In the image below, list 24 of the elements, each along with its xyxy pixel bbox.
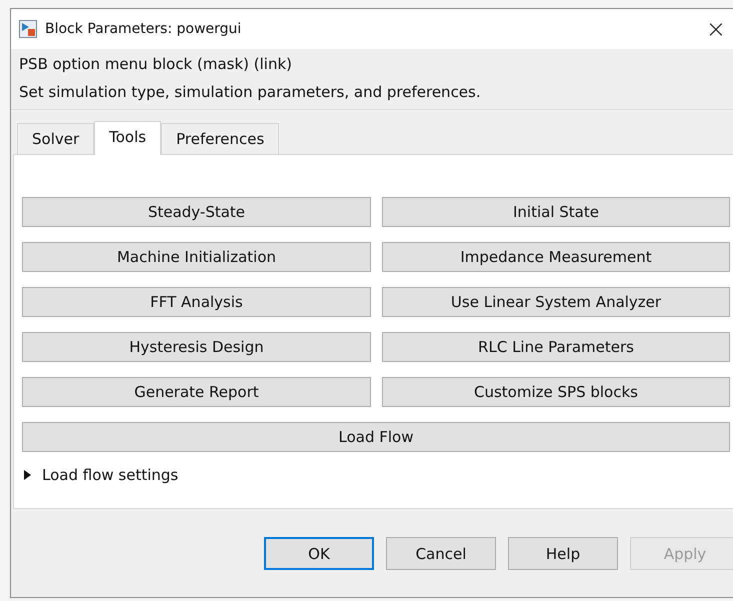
tab[interactable]: Preferences [161,123,280,154]
tab[interactable]: Solver [17,123,94,154]
tool-button[interactable]: Initial State [382,197,730,227]
window-title: Block Parameters: powergui [45,21,242,37]
tool-button[interactable]: RLC Line Parameters [382,332,730,362]
app-icon [19,20,37,38]
tool-button[interactable]: Impedance Measurement [382,242,730,272]
tool-button[interactable]: Steady-State [22,197,371,227]
group-title: PSB option menu block (mask) (link) [19,55,294,73]
tool-button[interactable]: Customize SPS blocks [382,377,730,407]
dialog-button[interactable]: Help [508,537,618,570]
expander-label[interactable]: Load flow settings [42,466,178,484]
load-flow-button[interactable]: Load Flow [22,422,730,452]
dialog-button[interactable]: OK [264,537,374,570]
close-button[interactable]: × [700,15,732,43]
tool-button[interactable]: FFT Analysis [22,287,371,317]
tool-button[interactable]: Use Linear System Analyzer [382,287,730,317]
tool-button[interactable]: Machine Initialization [22,242,371,272]
tool-button[interactable]: Hysteresis Design [22,332,371,362]
tab[interactable]: Tools [94,121,162,155]
description-text: Set simulation type, simulation parameters, and preferences. [19,83,482,101]
tool-button[interactable]: Generate Report [22,377,371,407]
dialog-button[interactable]: Cancel [386,537,496,570]
expand-triangle-icon[interactable] [22,469,32,481]
